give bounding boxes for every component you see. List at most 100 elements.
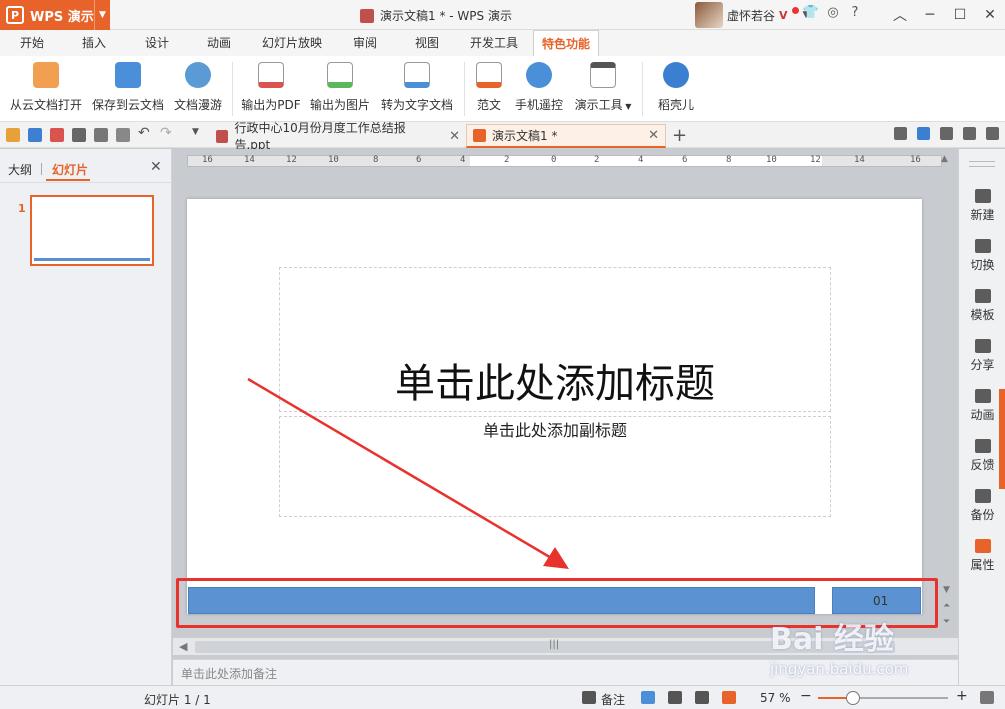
- notes-placeholder[interactable]: 单击此处添加备注: [181, 665, 277, 682]
- wps-logo-icon: P: [6, 6, 24, 24]
- phone-remote-button[interactable]: 手机遥控: [512, 62, 566, 113]
- watermark-url: jingyan.baidu.com: [770, 660, 909, 678]
- open-folder-icon[interactable]: [6, 128, 20, 142]
- open-from-cloud-button[interactable]: 从云文档打开: [8, 62, 84, 113]
- scroll-left-icon[interactable]: ◀: [179, 640, 187, 653]
- slide-thumbnail[interactable]: [30, 195, 154, 266]
- convert-to-text-button[interactable]: 转为文字文档: [378, 62, 456, 113]
- save-icon[interactable]: [28, 128, 42, 142]
- tab-insert[interactable]: 插入: [82, 34, 106, 51]
- sidebar-item-template[interactable]: 模板: [959, 289, 1005, 323]
- spellcheck-icon[interactable]: [116, 128, 130, 142]
- user-name[interactable]: 虚怀若谷: [727, 7, 775, 24]
- template-icon: [974, 289, 991, 303]
- close-button[interactable]: ✕: [975, 0, 1005, 30]
- export-pdf-button[interactable]: 输出为PDF: [240, 62, 302, 113]
- save-to-cloud-button[interactable]: 保存到云文档: [90, 62, 166, 113]
- menu-tabs: 开始 插入 设计 动画 幻灯片放映 审阅 视图 开发工具 特色功能: [0, 30, 1005, 56]
- tab-home[interactable]: 开始: [20, 34, 44, 51]
- notes-icon[interactable]: [582, 691, 596, 704]
- share-icon[interactable]: [917, 127, 930, 140]
- doc-tab-presentation1[interactable]: 演示文稿1 * ✕: [466, 124, 666, 148]
- print-preview-icon[interactable]: [94, 128, 108, 142]
- tool-icon[interactable]: [894, 127, 907, 140]
- help-icon[interactable]: ?: [844, 5, 866, 20]
- normal-view-icon[interactable]: [641, 691, 655, 704]
- app-menu-button[interactable]: P WPS 演示 ▼: [0, 0, 110, 30]
- tab-slideshow[interactable]: 幻灯片放映: [262, 34, 322, 51]
- sidebar-item-properties[interactable]: 属性: [959, 539, 1005, 573]
- slide-sorter-view-icon[interactable]: [668, 691, 682, 704]
- avatar[interactable]: [695, 2, 723, 28]
- presentation-file-icon: [360, 8, 374, 23]
- right-sidebar: 新建 切换 模板 分享 动画 反馈 备份 属性: [958, 149, 1005, 685]
- minimize-button[interactable]: ─: [915, 0, 945, 30]
- docer-button[interactable]: 稻壳儿: [652, 62, 700, 113]
- template-sample-button[interactable]: 范文: [472, 62, 506, 113]
- zoom-out-icon[interactable]: −: [800, 688, 812, 704]
- tab-view[interactable]: 视图: [415, 34, 439, 51]
- fit-window-icon[interactable]: [980, 691, 994, 704]
- scrollbar-grip: |||: [549, 639, 560, 650]
- prev-slide-icon[interactable]: ⏶: [943, 601, 950, 611]
- sidebar-item-new[interactable]: 新建: [959, 189, 1005, 223]
- backup-icon: [974, 489, 991, 503]
- presentation-tools-button[interactable]: 演示工具 ▼: [572, 62, 634, 113]
- new-slide-icon: [974, 189, 991, 203]
- sidebar-item-backup[interactable]: 备份: [959, 489, 1005, 523]
- scroll-up-icon[interactable]: ▲: [941, 154, 948, 164]
- zoom-level[interactable]: 57 %: [760, 691, 791, 705]
- maximize-button[interactable]: ☐: [945, 0, 975, 30]
- doc-tab-report[interactable]: 行政中心10月份月度工作总结报告.ppt ✕: [210, 121, 466, 152]
- notes-toggle[interactable]: 备注: [601, 691, 625, 708]
- collapse-ribbon-icon[interactable]: ︿: [885, 0, 915, 30]
- tab-outline[interactable]: 大纲: [8, 161, 32, 178]
- export-image-button[interactable]: 输出为图片: [308, 62, 372, 113]
- tab-animation[interactable]: 动画: [207, 34, 231, 51]
- zoom-in-icon[interactable]: +: [956, 688, 968, 704]
- cloud-icon: [185, 62, 211, 88]
- thumbnail-footer-bar: [34, 258, 150, 261]
- tab-design[interactable]: 设计: [145, 34, 169, 51]
- phone-remote-icon: [526, 62, 552, 88]
- pdf-icon: [258, 62, 284, 88]
- cloud-folder-icon: [33, 62, 59, 88]
- chevron-down-icon[interactable]: ▼: [192, 127, 199, 137]
- ribbon-separator: [464, 62, 465, 116]
- close-icon[interactable]: ✕: [648, 128, 659, 143]
- ribbon-separator: [232, 62, 233, 116]
- undo-icon[interactable]: ↶: [138, 125, 150, 141]
- tab-slides[interactable]: 幻灯片: [52, 161, 88, 178]
- chevron-down-icon[interactable]: ▼: [94, 0, 110, 30]
- window-title-text: 演示文稿1 * - WPS 演示: [380, 9, 512, 23]
- vip-icon: V: [779, 8, 788, 22]
- weibo-icon[interactable]: ◎: [822, 5, 844, 20]
- sidebar-item-share[interactable]: 分享: [959, 339, 1005, 373]
- scroll-down-icon[interactable]: ▼: [943, 585, 950, 595]
- tab-review[interactable]: 审阅: [353, 34, 377, 51]
- print-icon[interactable]: [72, 128, 86, 142]
- user-account[interactable]: 虚怀若谷 V ▼: [695, 2, 809, 28]
- quick-access-bar: ↶ ↷ ▼ 行政中心10月份月度工作总结报告.ppt ✕ 演示文稿1 * ✕ +: [0, 121, 1005, 152]
- doc-roaming-button[interactable]: 文档漫游: [172, 62, 224, 113]
- more-icon[interactable]: [986, 127, 999, 140]
- close-icon[interactable]: ✕: [150, 159, 162, 175]
- play-slideshow-icon[interactable]: [722, 691, 736, 704]
- pdf-export-icon[interactable]: [50, 128, 64, 142]
- close-icon[interactable]: ✕: [449, 129, 460, 144]
- app-name: WPS 演示: [30, 9, 94, 25]
- zoom-slider-handle[interactable]: [846, 691, 861, 705]
- cloud-sync-icon[interactable]: [963, 127, 976, 140]
- reading-view-icon[interactable]: [695, 691, 709, 704]
- cloud-save-icon: [115, 62, 141, 88]
- tab-developer[interactable]: 开发工具: [470, 34, 518, 51]
- slide-number: 1: [18, 202, 26, 215]
- new-tab-button[interactable]: +: [672, 125, 687, 146]
- window-controls: ︿ ─ ☐ ✕: [885, 0, 1005, 30]
- redo-icon[interactable]: ↷: [160, 125, 172, 141]
- sidebar-expand-tab[interactable]: [999, 389, 1005, 489]
- sidebar-item-transition[interactable]: 切换: [959, 239, 1005, 273]
- docer-small-icon[interactable]: [940, 127, 953, 140]
- skin-icon[interactable]: 👕: [800, 5, 822, 20]
- tab-special-features[interactable]: 特色功能: [533, 30, 600, 56]
